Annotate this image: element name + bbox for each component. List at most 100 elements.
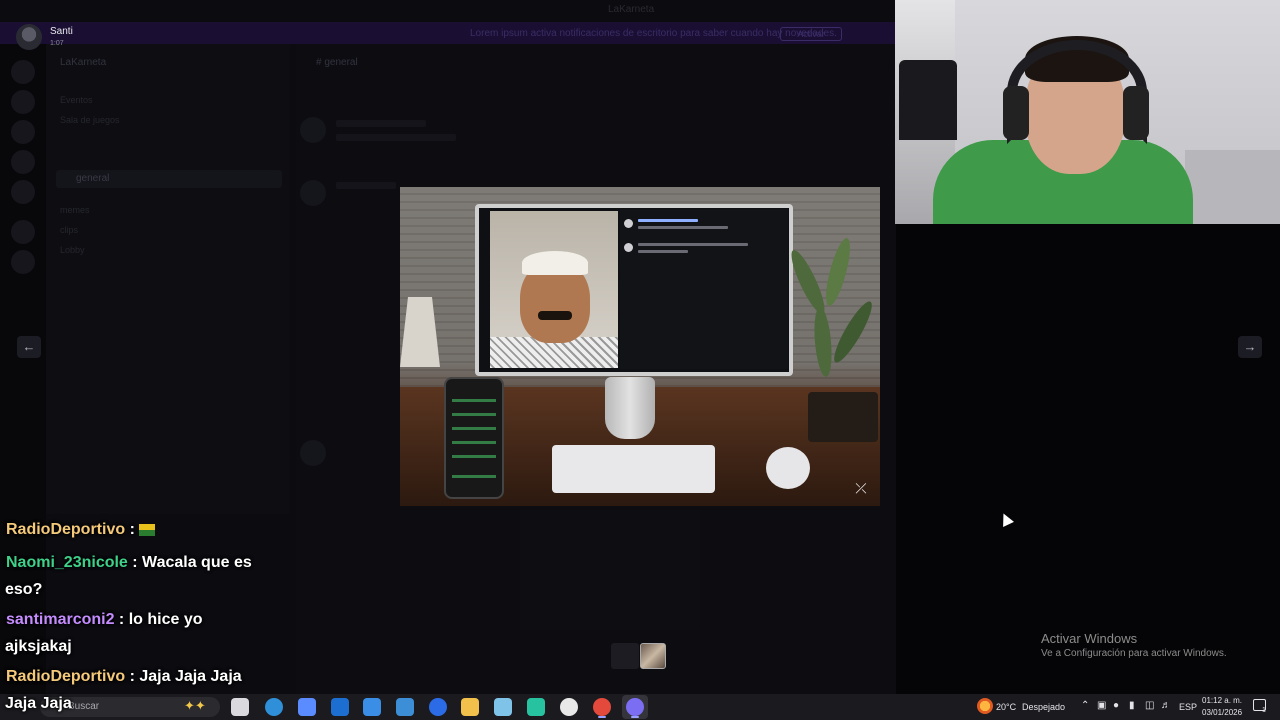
obs-icon[interactable] xyxy=(560,698,578,716)
leaf xyxy=(828,297,878,367)
channel-item[interactable]: memes xyxy=(60,205,90,217)
arrow-right-icon[interactable]: → xyxy=(1238,336,1262,358)
chat-user: RadioDeportivo xyxy=(6,668,126,685)
keyboard xyxy=(552,445,715,493)
phone-line xyxy=(452,427,496,430)
message-line xyxy=(638,250,688,253)
avatar xyxy=(624,219,633,228)
vscode-icon[interactable] xyxy=(396,698,414,716)
chat-separator: : xyxy=(125,521,135,538)
headphone-cup xyxy=(1123,86,1149,140)
message-line xyxy=(336,134,456,141)
task-view-icon[interactable] xyxy=(231,698,249,716)
thumbnail[interactable] xyxy=(611,643,639,669)
pycharm-icon[interactable] xyxy=(527,698,545,716)
weather-desc[interactable]: Despejado xyxy=(1022,702,1065,712)
server-name[interactable]: LaKarneta xyxy=(60,57,106,68)
cap xyxy=(522,251,588,275)
file-explorer-icon[interactable] xyxy=(461,698,479,716)
video-call-frame xyxy=(490,211,618,368)
server-icon[interactable] xyxy=(11,90,35,114)
weather-icon[interactable] xyxy=(977,698,993,714)
server-icon[interactable] xyxy=(11,250,35,274)
chat-separator: : xyxy=(125,668,135,685)
message-line xyxy=(336,182,396,189)
chrome-tray-icon[interactable]: ● xyxy=(1113,700,1119,711)
mouse-cursor-icon xyxy=(998,511,1014,527)
arrow-left-icon[interactable]: ← xyxy=(17,336,41,358)
clock-time[interactable]: 01:12 a. m. xyxy=(1202,696,1242,705)
search-placeholder: Buscar xyxy=(68,701,100,712)
screen-chat-pane xyxy=(620,209,788,369)
chat-user: Naomi_23nicole xyxy=(6,554,128,571)
device-icon[interactable]: ▣ xyxy=(1097,700,1106,711)
chat-text: lo hice yo xyxy=(124,611,203,628)
chat-message: Naomi_23nicole : Wacala que es xyxy=(6,549,291,576)
store-icon[interactable] xyxy=(363,698,381,716)
channel-item[interactable]: Eventos xyxy=(60,95,93,107)
screen: LaKarneta Lorem ipsum activa notificacio… xyxy=(0,0,1280,720)
avatar xyxy=(624,243,633,252)
viewer-user-name[interactable]: Santi xyxy=(50,26,73,37)
microphone-icon[interactable]: ▮ xyxy=(1129,700,1135,711)
copilot-icon[interactable] xyxy=(298,698,316,716)
server-icon[interactable] xyxy=(11,150,35,174)
mustache xyxy=(538,311,572,320)
channel-item[interactable]: Sala de juegos xyxy=(60,115,120,127)
server-icon[interactable] xyxy=(11,120,35,144)
viewer-timestamp: 1:07 xyxy=(50,40,64,47)
edge-icon[interactable] xyxy=(265,698,283,716)
discord-chrome-icon[interactable] xyxy=(626,698,644,716)
chrome-icon[interactable] xyxy=(593,698,611,716)
channel-item[interactable]: clips xyxy=(60,225,78,237)
media-image[interactable]: ⤫ xyxy=(400,187,880,506)
server-icon[interactable] xyxy=(11,180,35,204)
clock-date[interactable]: 03/01/2026 xyxy=(1202,708,1242,717)
banner-button[interactable]: Activar xyxy=(780,27,842,41)
language-indicator[interactable]: ESP xyxy=(1179,702,1197,712)
phone-line xyxy=(452,475,496,478)
avatar[interactable] xyxy=(16,24,42,50)
chat-text: Jaja Jaja Jaja xyxy=(134,668,242,685)
volume-icon[interactable]: ♬ xyxy=(1161,700,1171,711)
network-icon[interactable]: ◫ xyxy=(1145,700,1154,711)
pot xyxy=(808,392,878,442)
chevron-up-icon[interactable]: ⌃ xyxy=(1081,700,1089,711)
chat-message: santimarconi2 : lo hice yo xyxy=(6,606,291,633)
outlook-icon[interactable] xyxy=(331,698,349,716)
chat-message: RadioDeportivo : xyxy=(6,516,291,543)
phone-line xyxy=(452,399,496,402)
avatar xyxy=(300,440,326,466)
ubisoft-icon[interactable] xyxy=(429,698,447,716)
message-line xyxy=(638,219,698,222)
running-indicator xyxy=(598,716,606,718)
avatar xyxy=(300,117,326,143)
chat-user: santimarconi2 xyxy=(6,611,115,628)
activation-subtitle: Ve a Configuración para activar Windows. xyxy=(1041,648,1227,659)
phone-line xyxy=(452,413,496,416)
server-icon[interactable] xyxy=(11,60,35,84)
server-icon[interactable] xyxy=(11,220,35,244)
thumbnail-selected[interactable] xyxy=(640,643,666,669)
notepad-icon[interactable] xyxy=(494,698,512,716)
notification-count: 1 xyxy=(1262,707,1266,714)
leaf xyxy=(811,306,835,378)
weather-temp[interactable]: 20°C xyxy=(996,702,1016,712)
running-indicator xyxy=(631,716,639,718)
leaf xyxy=(821,236,855,308)
chat-text: Wacala que es xyxy=(137,554,252,571)
phone-line xyxy=(452,455,496,458)
phone-line xyxy=(452,441,496,444)
message-line xyxy=(336,120,426,127)
active-channel-label: general xyxy=(76,173,110,184)
channel-item[interactable]: Lobby xyxy=(60,245,85,257)
sparkle-icon[interactable]: ✦✦ xyxy=(184,698,206,714)
phone xyxy=(444,377,504,499)
chat-text-continued: ajksjakaj xyxy=(5,638,72,655)
chat-user: RadioDeportivo xyxy=(6,521,126,538)
webcam-overlay xyxy=(895,0,1280,224)
background-object xyxy=(1185,150,1280,224)
chat-separator: : xyxy=(127,554,138,571)
chat-text-continued: eso? xyxy=(5,581,43,598)
app-title: LaKarneta xyxy=(608,4,655,15)
